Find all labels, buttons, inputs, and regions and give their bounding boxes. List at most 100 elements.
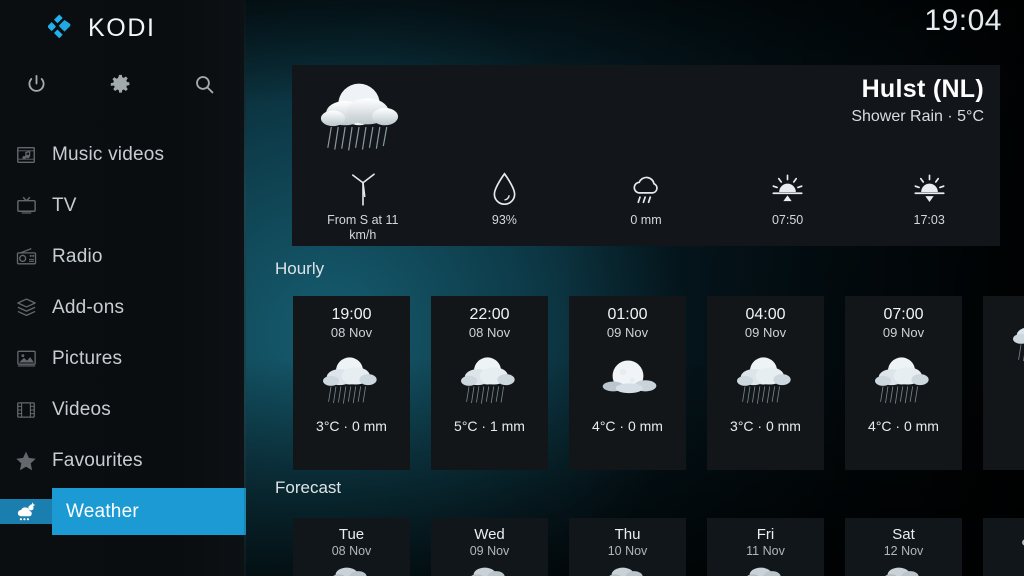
hourly-card[interactable]: 04:00 09 Nov 3°C · 0 mm <box>707 296 824 470</box>
sidebar-item-label: Favourites <box>52 449 143 471</box>
weather-main: Hulst (NL) Shower Rain · 5°C From S at 1… <box>246 0 1024 576</box>
star-icon <box>0 449 52 473</box>
page-title: Hulst (NL) <box>861 75 984 103</box>
sidebar-top-icons <box>0 62 246 106</box>
hourly-time: 04:00 <box>745 306 786 323</box>
sidebar-item-weather[interactable]: Weather <box>0 486 246 537</box>
detail-value: 17:03 <box>913 213 945 227</box>
shower-rain-icon <box>293 348 410 410</box>
sidebar-item-favourites[interactable]: Favourites <box>0 435 246 486</box>
forecast-date: 11 Nov <box>746 544 785 558</box>
sidebar-item-label: Weather <box>66 500 139 522</box>
sidebar-item-radio[interactable]: Radio <box>0 231 246 282</box>
weather-cloud-sun-icon <box>0 499 52 524</box>
hourly-time: 19:00 <box>331 306 372 323</box>
forecast-day: Thu <box>614 526 641 543</box>
hourly-time: 07:00 <box>883 306 924 323</box>
water-droplet-icon <box>491 163 518 207</box>
detail-value: From S at 11 km/h <box>327 213 399 242</box>
shower-rain-icon <box>431 348 548 410</box>
power-icon[interactable] <box>14 62 58 106</box>
hourly-card[interactable]: 07:00 09 Nov 4°C · 0 mm <box>845 296 962 470</box>
shower-rain-icon <box>310 75 415 153</box>
forecast-day: Tue <box>338 526 365 543</box>
forecast-date: 08 Nov <box>331 544 372 558</box>
sidebar-item-add-ons[interactable]: Add-ons <box>0 282 246 333</box>
hourly-time: 01:00 <box>607 306 648 323</box>
sidebar: KODI Music videos TV Radio Add-ons Pictu… <box>0 0 246 576</box>
forecast-card[interactable]: Sat 12 Nov <box>845 518 962 576</box>
hourly-date: 09 Nov <box>606 325 649 340</box>
detail-value: 0 mm <box>630 213 662 227</box>
detail-humidity: 93% <box>434 163 576 243</box>
rain-cloud-icon <box>628 163 664 207</box>
sidebar-item-label: Radio <box>52 245 103 267</box>
detail-value: 07:50 <box>771 213 804 227</box>
shower-rain-icon <box>845 348 962 410</box>
sidebar-item-tv[interactable]: TV <box>0 180 246 231</box>
hourly-date: 08 Nov <box>330 325 373 340</box>
shower-rain-icon <box>983 306 1024 368</box>
sunset-icon <box>912 163 947 207</box>
sidebar-item-label: Pictures <box>52 347 123 369</box>
hourly-section-title: Hourly <box>275 259 325 278</box>
detail-precipitation: 0 mm <box>575 163 717 243</box>
hourly-value: 3°C · 0 mm <box>730 418 801 434</box>
hourly-value: 3°C · 0 mm <box>316 418 387 434</box>
current-details-row: From S at 11 km/h 93% 0 mm 07:50 17:03 <box>292 163 1000 243</box>
sidebar-item-label: TV <box>52 194 77 216</box>
forecast-date: 10 Nov <box>607 544 648 558</box>
forecast-day: Wed <box>474 526 505 543</box>
hourly-date: 09 Nov <box>882 325 925 340</box>
hourly-value: 5° <box>983 376 1024 392</box>
hourly-time: 22:00 <box>469 306 510 323</box>
forecast-card[interactable]: Thu 10 Nov <box>569 518 686 576</box>
gear-icon[interactable] <box>98 62 142 106</box>
hourly-card[interactable]: 01:00 09 Nov 4°C · 0 mm <box>569 296 686 470</box>
detail-value: 93% <box>491 213 517 227</box>
tv-icon <box>0 194 52 217</box>
addons-box-icon <box>0 296 52 319</box>
forecast-date: 09 Nov <box>469 544 510 558</box>
forecast-day: Fri <box>756 526 775 543</box>
forecast-card[interactable] <box>983 518 1024 576</box>
current-weather-panel: Hulst (NL) Shower Rain · 5°C From S at 1… <box>292 65 1000 246</box>
cloud-icon <box>707 562 824 576</box>
sidebar-item-label: Videos <box>52 398 111 420</box>
forecast-card[interactable]: Fri 11 Nov <box>707 518 824 576</box>
search-icon[interactable] <box>182 62 226 106</box>
current-location-block: Hulst (NL) Shower Rain · 5°C <box>851 75 984 126</box>
hourly-value: 4°C · 0 mm <box>592 418 663 434</box>
brand-name: KODI <box>88 13 156 42</box>
sidebar-item-pictures[interactable]: Pictures <box>0 333 246 384</box>
pictures-icon <box>0 347 52 370</box>
cloud-icon <box>431 562 548 576</box>
brand-logo: KODI <box>0 0 246 56</box>
hourly-card[interactable]: 22:00 08 Nov 5°C · 1 mm <box>431 296 548 470</box>
film-strip-icon <box>0 399 52 421</box>
moon-cloud-icon <box>569 348 686 410</box>
forecast-date: 12 Nov <box>883 544 924 558</box>
sidebar-item-label: Add-ons <box>52 296 125 318</box>
music-video-icon <box>0 144 52 166</box>
system-clock: 19:04 <box>924 4 1002 37</box>
forecast-card[interactable]: Tue 08 Nov <box>293 518 410 576</box>
forecast-section-title: Forecast <box>275 478 342 497</box>
hourly-value: 4°C · 0 mm <box>868 418 939 434</box>
detail-wind: From S at 11 km/h <box>292 163 434 243</box>
forecast-card[interactable]: Wed 09 Nov <box>431 518 548 576</box>
sidebar-item-videos[interactable]: Videos <box>0 384 246 435</box>
detail-sunrise: 07:50 <box>717 163 859 243</box>
sunrise-icon <box>770 163 805 207</box>
kodi-logo-icon <box>45 13 75 43</box>
radio-icon <box>0 245 52 268</box>
cloud-icon <box>845 562 962 576</box>
sidebar-item-music-videos[interactable]: Music videos <box>0 129 246 180</box>
hourly-date: 09 Nov <box>744 325 787 340</box>
sidebar-item-label: Music videos <box>52 143 165 165</box>
wind-turbine-icon <box>346 163 380 207</box>
hourly-date: 08 Nov <box>468 325 511 340</box>
hourly-card[interactable]: 19:00 08 Nov 3°C · 0 mm <box>293 296 410 470</box>
sidebar-menu: Music videos TV Radio Add-ons Pictures V… <box>0 129 246 537</box>
hourly-card[interactable]: 5° <box>983 296 1024 470</box>
